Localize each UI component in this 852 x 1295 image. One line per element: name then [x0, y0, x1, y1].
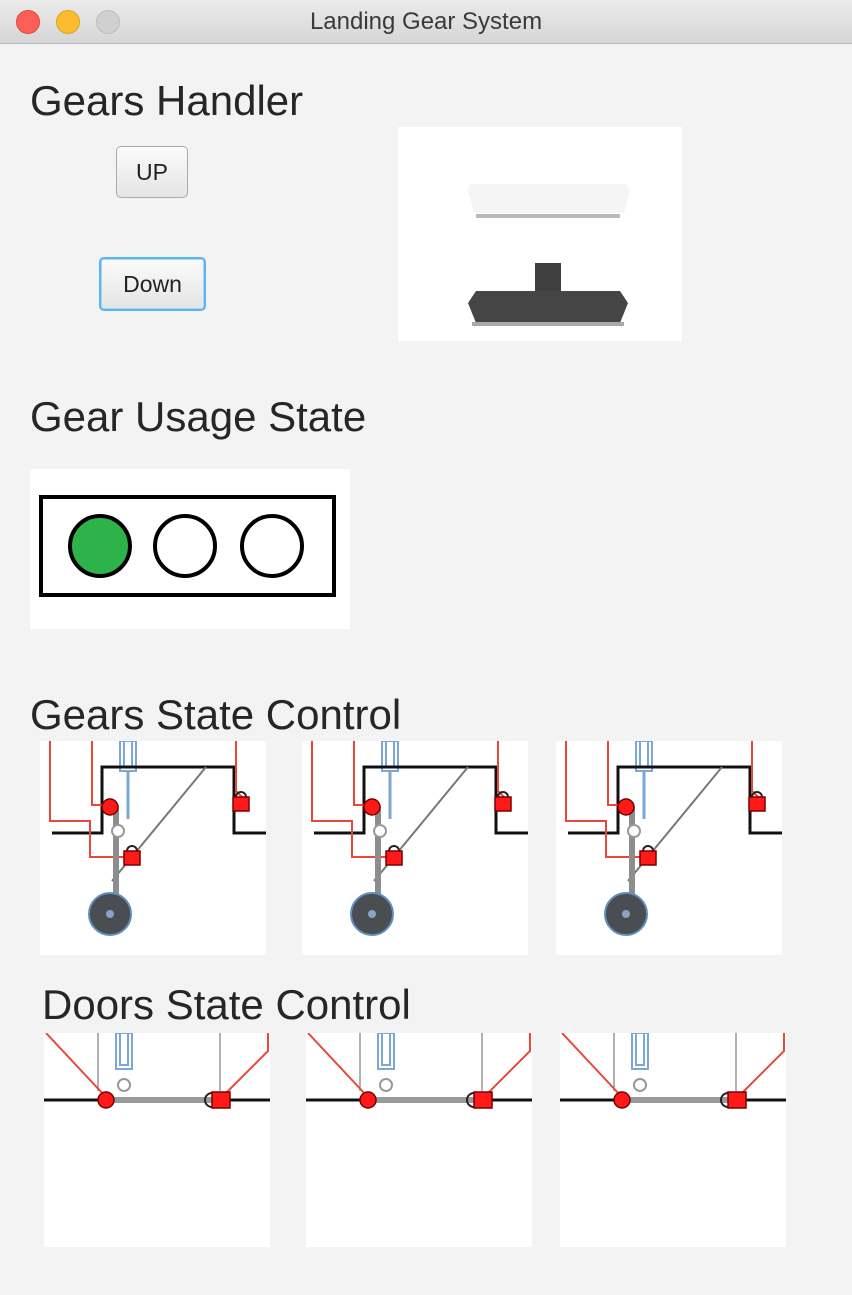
down-button[interactable]: Down: [99, 257, 206, 311]
landing-gear-diagram-icon: [49, 741, 266, 936]
front-door-state-panel: [44, 1033, 270, 1247]
usage-light-2: [153, 514, 217, 578]
gear-handle-panel: [398, 127, 682, 341]
left-gear-state-panel: [302, 741, 528, 955]
gear-door-diagram-icon: [306, 1033, 532, 1109]
usage-light-3: [240, 514, 304, 578]
title-bar: Landing Gear System: [0, 0, 852, 44]
doors-state-control-heading: Doors State Control: [42, 981, 411, 1028]
gears-handler-heading: Gears Handler: [30, 77, 304, 124]
gears-state-control-heading: Gears State Control: [30, 691, 402, 738]
landing-gear-diagram-icon: [311, 741, 528, 936]
right-door-state-panel: [560, 1033, 786, 1247]
right-gear-state-panel: [556, 741, 782, 955]
landing-gear-diagram-icon: [565, 741, 782, 936]
left-door-state-panel: [306, 1033, 532, 1247]
usage-light-1: [68, 514, 132, 578]
up-button[interactable]: UP: [116, 146, 188, 198]
gear-door-diagram-icon: [44, 1033, 270, 1109]
front-gear-state-panel: [40, 741, 266, 955]
gear-door-diagram-icon: [560, 1033, 786, 1109]
window-title: Landing Gear System: [309, 8, 543, 35]
landing-gear-handle-down-icon: [468, 184, 630, 326]
gear-usage-lights-panel: [30, 469, 350, 629]
gear-usage-state-heading: Gear Usage State: [30, 393, 367, 440]
